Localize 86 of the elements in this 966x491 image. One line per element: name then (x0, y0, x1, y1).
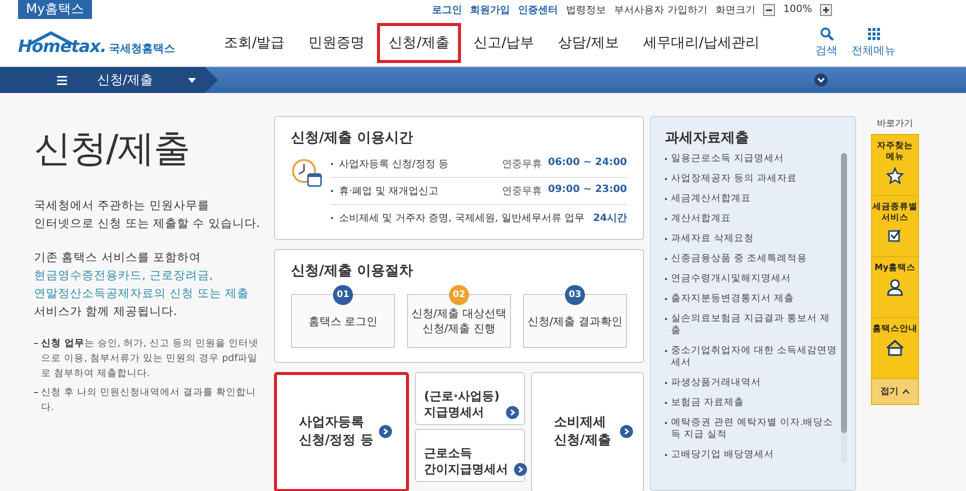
top-link[interactable]: 법령정보 (566, 2, 606, 16)
hours-time: 09:00 ~ 23:00 (548, 184, 627, 197)
tax-data-link[interactable]: 세금계산서합계표 (671, 193, 751, 205)
hours-note: 연중무휴 (502, 185, 542, 198)
logo-name[interactable]: 국세청홈택스 (109, 40, 176, 56)
dropdown-caret-icon (188, 78, 196, 82)
nav-item[interactable]: 상담/제보 (546, 22, 631, 62)
star-icon (886, 167, 904, 185)
quick-link[interactable]: 세금종류별 서비스 (872, 196, 918, 257)
shortcut-card[interactable]: 소비제세 신청/제출 (531, 372, 644, 491)
top-link[interactable]: 회원가입 (470, 2, 510, 16)
nav-item[interactable]: 민원증명 (296, 22, 377, 62)
nav-item[interactable]: 세무대리/납세관리 (630, 22, 772, 62)
scrollbar-thumb[interactable] (841, 153, 847, 433)
chevron-right-icon (620, 425, 633, 438)
tax-data-link[interactable]: 실손의료보험금 지급결과 통보서 제출 (671, 313, 839, 337)
tax-data-link[interactable]: 과세자료 삭제요청 (671, 233, 754, 245)
chevron-down-icon[interactable] (814, 73, 828, 87)
card-title: 신청/제출 이용절차 (291, 262, 414, 280)
hours-note: 연중무휴 (502, 158, 542, 171)
checkbox-icon (888, 228, 902, 242)
tax-data-link[interactable]: 사업장제공자 등의 과세자료 (671, 173, 798, 185)
chevron-right-icon (514, 463, 528, 476)
tax-data-link[interactable]: 일용근로소득 지급명세서 (671, 153, 784, 165)
step-number: 01 (333, 285, 353, 305)
top-link[interactable]: 로그인 (432, 2, 462, 16)
tax-data-link[interactable]: 신종금융상품 중 조세특례적용 (671, 253, 808, 265)
tool-link[interactable]: 전체메뉴 (852, 27, 896, 58)
menu-icon (56, 76, 67, 84)
panel-title: 과세자료제출 (665, 129, 750, 147)
shortcut-card[interactable]: 근로소득 간이지급명세서 (415, 429, 526, 482)
tax-data-link[interactable]: 보험금 자료제출 (671, 397, 744, 409)
grid-icon (866, 27, 881, 41)
my-hometax-tab[interactable]: My홈택스 (18, 0, 92, 19)
hours-label: 휴·폐업 및 재개업신고 (339, 185, 440, 198)
intro-text: 인터넷으로 신청 또는 제출할 수 있습니다. (34, 215, 261, 232)
step-number: 02 (449, 285, 469, 305)
top-link[interactable]: 인증센터 (518, 2, 558, 16)
service-link[interactable]: 연말정산소득공제자료의 신청 또는 제출 (34, 284, 264, 302)
tax-data-link[interactable]: 출자지분등변경통지서 제출 (671, 293, 794, 305)
hours-label: 사업자등록 신청/정정 등 (339, 158, 450, 171)
tool-link[interactable]: 검색 (816, 27, 838, 58)
nav-item[interactable]: 신청/제출 (376, 22, 462, 62)
person-icon (886, 278, 904, 296)
menu-dropdown[interactable]: 신청/제출 (0, 67, 218, 93)
step-label: 홈택스 로그인 (308, 314, 378, 328)
shortcut-card[interactable]: 사업자등록 신청/정정 등 (274, 372, 410, 491)
tax-data-link[interactable]: 고배당기업 배당명세서 (671, 449, 774, 461)
zoom-out-icon[interactable] (763, 4, 776, 16)
zoom-value: 100% (783, 4, 812, 15)
hours-time: 06:00 ~ 24:00 (548, 157, 627, 170)
clock-calendar-icon (291, 157, 323, 189)
collapse-button[interactable]: 접기 (872, 379, 918, 404)
logo-wordmark[interactable]: Hometax. (18, 36, 106, 56)
intro-text: 기존 홈택스 서비스를 포함하여 (34, 249, 202, 266)
nav-item[interactable]: 신고/납부 (461, 22, 546, 62)
quick-link[interactable]: 자주찾는 메뉴 (872, 135, 918, 196)
tax-data-link[interactable]: 연금수령개시및해지명세서 (671, 273, 791, 285)
page-title: 신청/제출 (34, 126, 190, 172)
hours-label: 소비제세 및 거주자 증명, 국제세원, 일반세무서류 업무 (339, 212, 586, 225)
quick-link[interactable]: My홈택스 (872, 257, 918, 318)
tax-data-link[interactable]: 계산서합계표 (671, 213, 731, 225)
search-icon (820, 27, 834, 41)
zoom-label: 화면크기 (715, 4, 756, 16)
tax-data-link[interactable]: 파생상품거래내역서 (671, 377, 761, 389)
hours-time: 24시간 (593, 212, 627, 225)
intro-text: 서비스가 함께 제공됩니다. (34, 303, 178, 320)
top-link[interactable]: 부서사용자 가입하기 (614, 2, 708, 16)
caret-up-icon (902, 389, 910, 394)
step-number: 03 (565, 285, 585, 305)
service-link[interactable]: 현금영수증전용카드, 근로장려금, (34, 266, 264, 284)
quick-title: 바로가기 (877, 118, 913, 130)
intro-text: 국세청에서 주관하는 민원사무를 (34, 197, 210, 214)
step-label: 신청/제출 결과확인 (527, 314, 623, 328)
step-label: 신청/제출 대상선택 신청/제출 진행 (411, 306, 507, 336)
nav-item[interactable]: 조회/발급 (212, 22, 297, 62)
chevron-right-icon (506, 406, 519, 419)
house-icon (885, 339, 905, 357)
shortcut-card[interactable]: (근로·사업등) 지급명세서 (415, 372, 526, 425)
tax-data-link[interactable]: 예탁증권 관련 예탁자별 이자.배당소득 지급 실적 (671, 417, 839, 441)
note-text: 신청 후 나의 민원신청내역에서 결과를 확인합니다. (41, 386, 258, 415)
tax-data-link[interactable]: 중소기업취업자에 대한 소득세감면명세서 (671, 345, 839, 369)
chevron-right-icon (379, 425, 392, 438)
note-text: 신청 업무는 승인, 허가, 신고 등의 민원을 인터넷으로 이용, 첨부서류가 있는 민원의 경우 pdf파일로 첨부하여 제출합니다. (41, 337, 260, 381)
card-title: 신청/제출 이용시간 (291, 129, 414, 147)
zoom-in-icon[interactable] (820, 4, 832, 16)
